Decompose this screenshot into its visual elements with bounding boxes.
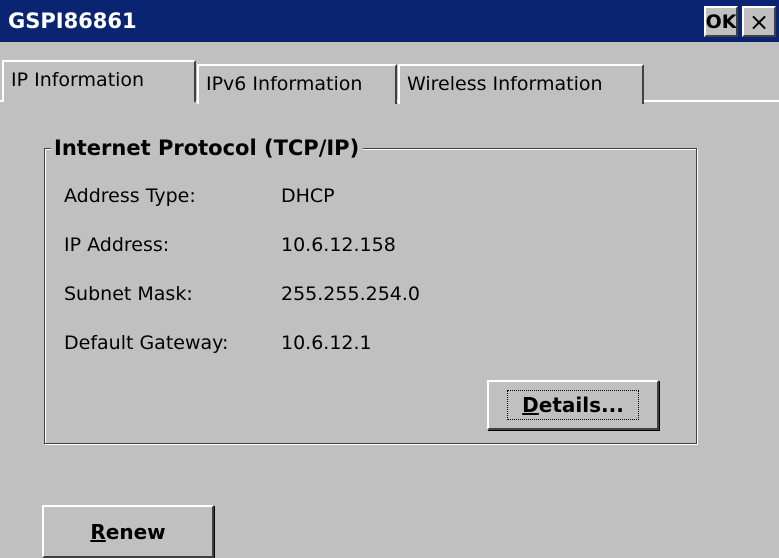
close-button[interactable]: × [742, 6, 776, 37]
tab-label: IP Information [11, 69, 145, 91]
address-type-value: DHCP [281, 185, 335, 207]
title-bar: GSPI86861 OK × [0, 0, 779, 42]
tab-ip-information[interactable]: IP Information [2, 60, 196, 102]
details-button[interactable]: Details... [487, 380, 659, 430]
default-gateway-label: Default Gateway: [64, 332, 229, 354]
ip-address-value: 10.6.12.158 [281, 234, 396, 256]
default-gateway-value: 10.6.12.1 [281, 332, 372, 354]
ok-button[interactable]: OK [704, 6, 738, 37]
tab-label: Wireless Information [407, 73, 603, 95]
ip-address-label: IP Address: [64, 234, 170, 256]
address-type-label: Address Type: [64, 185, 196, 207]
renew-button-label: Renew [90, 519, 166, 544]
group-box-title: Internet Protocol (TCP/IP) [51, 134, 364, 162]
details-button-label: Details... [507, 390, 639, 420]
tab-label: IPv6 Information [206, 73, 363, 95]
window-title: GSPI86861 [8, 9, 137, 33]
tab-wireless-information[interactable]: Wireless Information [398, 64, 644, 104]
subnet-mask-label: Subnet Mask: [64, 283, 193, 305]
tab-ipv6-information[interactable]: IPv6 Information [197, 64, 397, 104]
subnet-mask-value: 255.255.254.0 [281, 283, 421, 305]
renew-button[interactable]: Renew [42, 505, 214, 558]
